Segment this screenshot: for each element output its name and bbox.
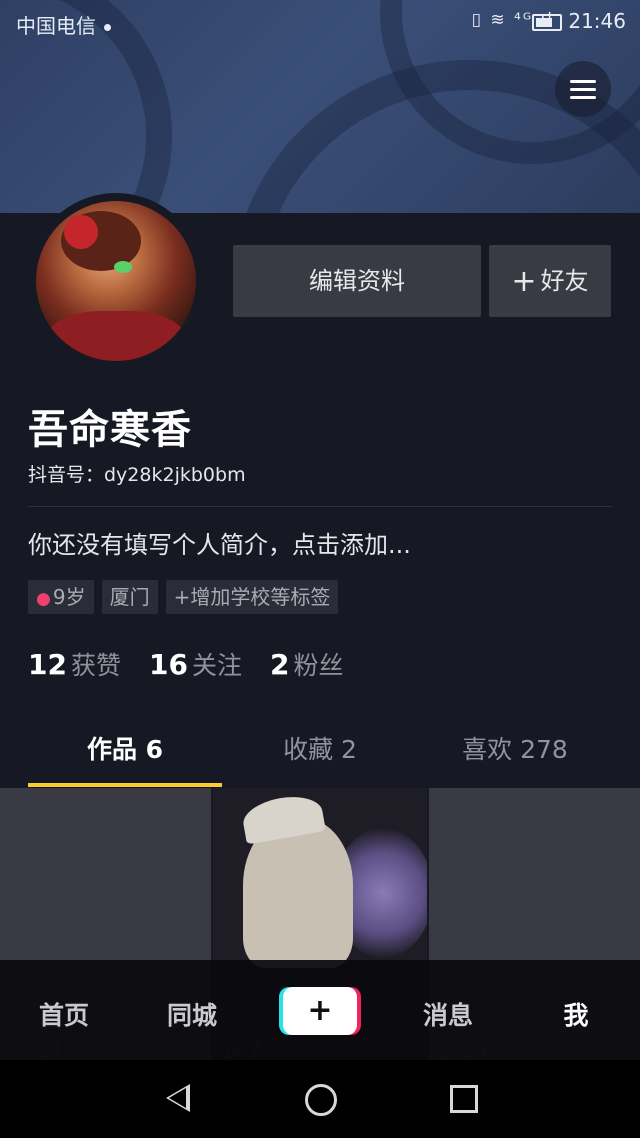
nav-nearby[interactable]: 同城 <box>147 996 237 1032</box>
tab-likes[interactable]: 喜欢 278 <box>418 730 612 766</box>
bio-prompt[interactable]: 你还没有填写个人简介，点击添加... <box>28 525 411 560</box>
content-tabs: 作品 6 收藏 2 喜欢 278 <box>0 730 640 788</box>
home-icon[interactable] <box>305 1084 337 1116</box>
douyin-id[interactable]: 抖音号：dy28k2jkb0bm <box>28 460 246 487</box>
person-icon: ● <box>36 589 51 609</box>
stat-likes[interactable]: 12 获赞 <box>28 646 121 682</box>
menu-button[interactable] <box>555 61 611 117</box>
avatar[interactable] <box>28 193 204 369</box>
profile-name: 吾命寒香 <box>28 407 192 453</box>
create-video-button[interactable]: + <box>283 987 357 1035</box>
age-tag[interactable]: ● 9岁 <box>28 580 94 614</box>
tab-favorites[interactable]: 收藏 2 <box>223 730 417 766</box>
location-tag[interactable]: 厦门 <box>101 580 158 614</box>
edit-profile-button[interactable]: 编辑资料 <box>233 245 481 317</box>
tab-works[interactable]: 作品 6 <box>28 730 222 766</box>
avatar-image <box>36 201 196 361</box>
nav-me[interactable]: 我 <box>531 996 621 1032</box>
plus-icon: + <box>511 264 537 299</box>
battery-icon <box>532 14 562 31</box>
profile-stats: 12 获赞 16 关注 2 粉丝 <box>28 646 343 682</box>
nav-home[interactable]: 首页 <box>19 996 109 1032</box>
bottom-nav: 首页 同城 + 消息 我 <box>0 960 640 1060</box>
system-nav-bar <box>0 1060 640 1138</box>
nav-messages[interactable]: 消息 <box>403 996 493 1032</box>
hamburger-icon <box>570 80 596 83</box>
notification-dot-icon <box>104 24 111 31</box>
add-friend-button[interactable]: + 好友 <box>489 245 611 317</box>
profile-tags: ● 9岁 厦门 +增加学校等标签 <box>28 580 339 614</box>
clock: 21:46 <box>526 9 626 33</box>
stat-followers[interactable]: 2 粉丝 <box>270 646 344 682</box>
add-school-tag[interactable]: +增加学校等标签 <box>165 580 339 614</box>
status-bar: 中国电信 ▯ ≋ ⁴ᴳ ıl 21:46 <box>0 0 640 44</box>
active-tab-indicator <box>28 783 222 787</box>
divider <box>28 506 612 507</box>
back-icon[interactable] <box>166 1084 190 1112</box>
add-friend-label: 好友 <box>540 267 589 295</box>
carrier-label: 中国电信 <box>16 10 111 39</box>
recent-apps-icon[interactable] <box>450 1085 478 1113</box>
stat-following[interactable]: 16 关注 <box>149 646 242 682</box>
